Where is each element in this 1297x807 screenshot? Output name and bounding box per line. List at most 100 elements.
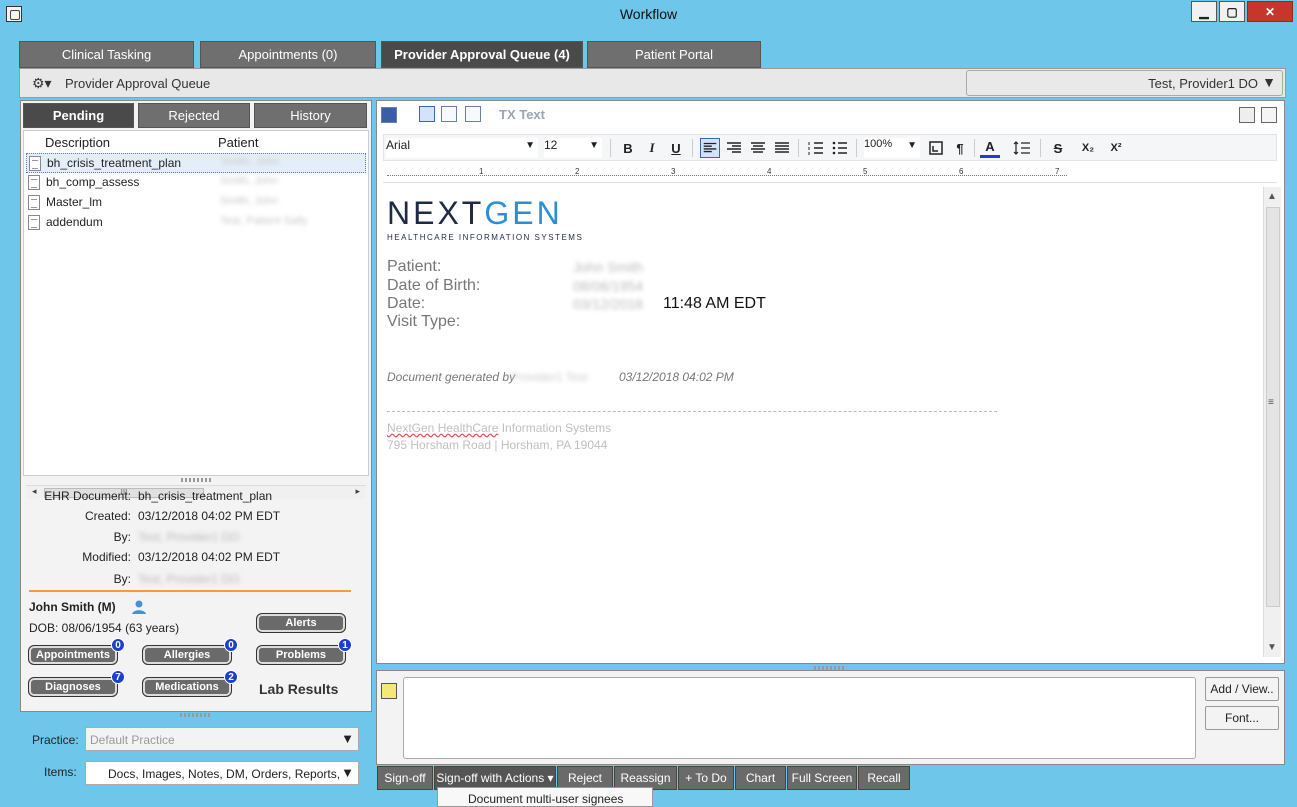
font-size-select[interactable]: 12 ▼ (544, 138, 602, 158)
font-size-value: 12 (544, 138, 558, 152)
zoom-select[interactable]: 100% ▼ (864, 138, 920, 158)
allergies-button[interactable]: Allergies (142, 645, 232, 665)
list-item-description: bh_comp_assess (46, 175, 140, 189)
scroll-up-icon[interactable]: ▲ (1267, 191, 1277, 202)
print-icon[interactable] (1239, 107, 1255, 123)
font-family-value: Arial (386, 138, 411, 152)
align-right-icon[interactable] (724, 138, 744, 158)
notepad-icon[interactable] (381, 683, 397, 699)
vertical-scrollbar[interactable]: ▲ ≡ ▼ (1263, 187, 1281, 657)
doc-patient-value: John Smith (573, 259, 644, 275)
nextgen-logo: NEXTGEN (387, 195, 563, 231)
items-value: Docs, Images, Notes, DM, Orders, Reports… (108, 767, 353, 781)
document-page[interactable]: NEXTGEN HEALTHCARE INFORMATION SYSTEMS P… (383, 187, 1263, 657)
practice-select[interactable]: Default Practice ▼ (85, 727, 359, 751)
separator (798, 139, 799, 157)
list-item-patient: Smith, John (221, 156, 280, 168)
underline-button[interactable]: U (666, 138, 686, 158)
patient-person-icon[interactable] (131, 599, 147, 615)
editor-toolbar: TX Text (377, 101, 1284, 129)
problems-count-badge: 1 (338, 638, 352, 652)
modified-value: 03/12/2018 04:02 PM EDT (138, 550, 281, 564)
save-icon[interactable] (381, 107, 397, 123)
patient-name: John Smith (M) (29, 600, 116, 614)
align-center-icon[interactable] (748, 138, 768, 158)
properties-icon[interactable] (1261, 107, 1277, 123)
list-item[interactable]: bh_crisis_treatment_plan Smith, John (26, 153, 366, 173)
notes-textarea[interactable] (403, 677, 1196, 759)
alerts-button[interactable]: Alerts (256, 613, 346, 633)
add-to-do-button[interactable]: + To Do (678, 766, 734, 790)
provider-selector[interactable]: Test, Provider1 DO ▼ (966, 70, 1283, 96)
problems-button[interactable]: Problems (256, 645, 346, 665)
tab-appointments[interactable]: Appointments (0) (200, 41, 376, 68)
close-button[interactable]: ✕ (1247, 1, 1293, 22)
tab-clinical-tasking[interactable]: Clinical Tasking (19, 41, 194, 68)
tab-patient-portal[interactable]: Patient Portal (587, 41, 761, 68)
minimize-button[interactable]: ▁ (1191, 1, 1217, 22)
tab-rejected[interactable]: Rejected (138, 103, 250, 128)
chart-button[interactable]: Chart (735, 766, 786, 790)
format-toolbar: Arial ▼ 12 ▼ B I U 100% ▼ ¶ A S X₂ X² (383, 134, 1277, 161)
view-mode-2-icon[interactable] (441, 106, 457, 122)
lab-results-link[interactable]: Lab Results (259, 681, 338, 697)
tab-history[interactable]: History (254, 103, 367, 128)
splitter-grip[interactable] (180, 713, 210, 717)
list-item[interactable]: bh_comp_assess Smith, John (26, 173, 366, 193)
tab-pending[interactable]: Pending (23, 103, 134, 128)
full-screen-button[interactable]: Full Screen (787, 766, 857, 790)
font-color-icon[interactable]: A (980, 138, 1000, 158)
document-icon (28, 195, 40, 210)
ruler-line (387, 175, 1067, 176)
sign-off-actions-menu: Document multi-user signees (437, 787, 653, 807)
ruler[interactable]: 1 2 3 4 5 6 7 (383, 165, 1277, 183)
page-layout-icon[interactable] (926, 138, 946, 158)
scroll-down-icon[interactable]: ▼ (1267, 642, 1277, 653)
view-mode-3-icon[interactable] (465, 106, 481, 122)
maximize-button[interactable]: ▢ (1219, 1, 1245, 22)
align-justify-icon[interactable] (772, 138, 792, 158)
subscript-button[interactable]: X₂ (1076, 138, 1100, 158)
italic-button[interactable]: I (642, 138, 662, 158)
recall-button[interactable]: Recall (858, 766, 910, 790)
scroll-right-icon[interactable]: ▸ (355, 486, 360, 497)
superscript-button[interactable]: X² (1104, 138, 1128, 158)
show-formatting-icon[interactable]: ¶ (950, 138, 970, 158)
numbered-list-icon[interactable] (806, 138, 826, 158)
separator (974, 139, 975, 157)
line-spacing-icon[interactable] (1012, 138, 1032, 158)
list-item-patient: Smith, John (220, 175, 279, 187)
gear-icon[interactable]: ⚙▾ (32, 75, 54, 91)
doc-generated-label: Document generated by (387, 370, 516, 384)
doc-date-label: Date: (387, 295, 426, 312)
items-select[interactable]: Docs, Images, Notes, DM, Orders, Reports… (85, 761, 359, 785)
strikethrough-button[interactable]: S (1048, 138, 1068, 158)
bold-button[interactable]: B (618, 138, 638, 158)
appointments-button[interactable]: Appointments (28, 645, 118, 665)
allergies-count-badge: 0 (224, 638, 238, 652)
menu-item-document-multi-user-signees[interactable]: Document multi-user signees (468, 792, 623, 806)
diagnoses-button[interactable]: Diagnoses (28, 677, 118, 697)
column-header-patient[interactable]: Patient (218, 135, 258, 150)
practice-label: Practice: (32, 733, 79, 747)
font-button[interactable]: Font... (1205, 706, 1279, 730)
view-mode-1-icon[interactable] (419, 106, 435, 122)
add-view-button[interactable]: Add / View.. (1205, 677, 1279, 701)
list-item-description: Master_lm (46, 195, 103, 209)
tab-provider-approval-queue[interactable]: Provider Approval Queue (4) (381, 41, 583, 68)
medications-button[interactable]: Medications (142, 677, 232, 697)
sign-off-button[interactable]: Sign-off (377, 766, 433, 790)
bullet-list-icon[interactable] (830, 138, 850, 158)
scroll-grip-icon: ≡ (1268, 397, 1274, 408)
font-family-select[interactable]: Arial ▼ (386, 138, 538, 158)
column-header-description[interactable]: Description (45, 135, 110, 150)
dropdown-arrow-icon: ▼ (907, 140, 917, 151)
notes-panel: Add / View.. Font... (376, 670, 1285, 765)
queue-header: ⚙▾ Provider Approval Queue Test, Provide… (19, 68, 1286, 98)
list-item[interactable]: addendum Test, Patient Sally (26, 213, 366, 233)
created-by-value: Test, Provider1 DO (138, 530, 240, 544)
list-item[interactable]: Master_lm Smith, John (26, 193, 366, 213)
splitter-grip[interactable] (181, 478, 211, 482)
left-panel: Pending Rejected History Description Pat… (20, 100, 372, 712)
align-left-icon[interactable] (700, 138, 720, 158)
